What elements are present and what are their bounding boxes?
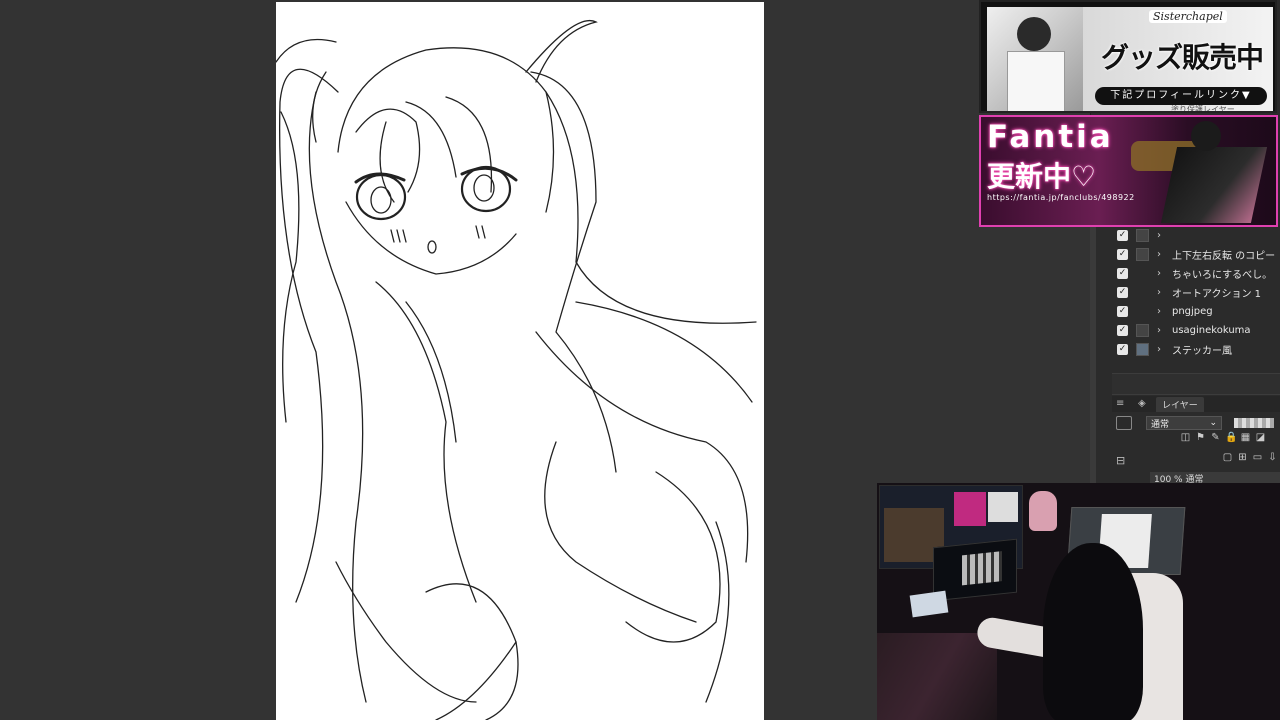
fantia-ad-subtitle: 更新中♡ bbox=[987, 160, 1097, 193]
check-icon[interactable]: ✓ bbox=[1117, 344, 1128, 355]
action-set-row[interactable]: ✓ › 上下左右反転 のコピー bbox=[1112, 245, 1280, 264]
panel-divider bbox=[1112, 373, 1280, 395]
ad-person-head bbox=[1017, 17, 1051, 51]
fantia-ad-title: Fantia bbox=[987, 119, 1114, 155]
action-set-row[interactable]: ✓ › ステッカー風 bbox=[1112, 340, 1280, 359]
goods-ad-photo bbox=[987, 7, 1083, 111]
action-set-row[interactable]: ✓ › オートアクション 1 bbox=[1112, 283, 1280, 302]
webcam-monitor-image bbox=[954, 492, 986, 526]
panel-scrollbar[interactable] bbox=[1090, 225, 1096, 485]
transfer-icon[interactable]: ⇩ bbox=[1267, 452, 1278, 463]
chevron-down-icon: ⌄ bbox=[1209, 418, 1217, 428]
check-icon[interactable]: ✓ bbox=[1117, 287, 1128, 298]
webcam-person-hair bbox=[1043, 543, 1143, 720]
layer-palette-header: ≡ ◈ レイヤー bbox=[1112, 396, 1280, 412]
blend-mode-value: 通常 bbox=[1151, 419, 1170, 430]
check-icon[interactable]: ✓ bbox=[1117, 230, 1128, 241]
chevron-right-icon[interactable]: › bbox=[1157, 287, 1167, 298]
layer-color-icon[interactable] bbox=[1116, 416, 1132, 430]
chevron-right-icon[interactable]: › bbox=[1157, 249, 1167, 260]
lock-icon[interactable]: 🔒 bbox=[1225, 432, 1237, 443]
action-thumbnail bbox=[1136, 229, 1149, 242]
action-set-label: オートアクション 1 bbox=[1172, 289, 1262, 300]
webcam-device bbox=[909, 590, 949, 618]
fantia-ad-person-body bbox=[1160, 147, 1268, 223]
sketch-drawing bbox=[276, 20, 757, 720]
webcam-monitor-image bbox=[988, 492, 1018, 522]
chevron-right-icon[interactable]: › bbox=[1157, 230, 1167, 241]
blend-mode-select[interactable]: 通常 ⌄ bbox=[1146, 416, 1222, 430]
draft-icon[interactable]: ✎ bbox=[1210, 432, 1221, 443]
chevron-right-icon[interactable]: › bbox=[1157, 325, 1167, 336]
webcam-screen-content bbox=[962, 551, 1002, 586]
vector-layer-icon[interactable]: ⊞ bbox=[1237, 452, 1248, 463]
new-layer-icon[interactable]: ▢ bbox=[1222, 452, 1233, 463]
action-thumbnail bbox=[1136, 343, 1149, 356]
fantia-ad-banner: Fantia 更新中♡ https://fantia.jp/fanclubs/4… bbox=[979, 115, 1278, 227]
check-icon[interactable]: ✓ bbox=[1117, 268, 1128, 279]
auto-action-list: ✓ › ✓ › 上下左右反転 のコピー ✓ › ちゃいろにするべし。 ✓ › オ… bbox=[1112, 226, 1280, 359]
layers-icon: ◈ bbox=[1138, 398, 1146, 409]
layer-tools-row-2: ▢ ⊞ ▭ ⇩ bbox=[1222, 452, 1278, 463]
chevron-right-icon[interactable]: › bbox=[1157, 344, 1167, 355]
layer-view-icon[interactable]: ⊟ bbox=[1116, 454, 1128, 467]
action-set-row[interactable]: ✓ › bbox=[1112, 226, 1280, 245]
fantia-ad-person-head bbox=[1191, 121, 1221, 151]
goods-ad-brand: Sisterchapel bbox=[1149, 10, 1227, 23]
blend-mode-row: 通常 ⌄ bbox=[1112, 412, 1280, 434]
goods-ad-subtitle: 下記プロフィールリンク▼ bbox=[1095, 87, 1267, 105]
action-thumbnail bbox=[1136, 324, 1149, 337]
action-set-row[interactable]: ✓ › usaginekokuma bbox=[1112, 321, 1280, 340]
fantia-ad-url: https://fantia.jp/fanclubs/498922 bbox=[987, 193, 1135, 202]
layer-tools-row: ◫ ⚑ ✎ 🔒 ▦ ◪ bbox=[1180, 432, 1266, 443]
webcam-desk-items bbox=[877, 633, 997, 720]
clip-icon[interactable]: ◫ bbox=[1180, 432, 1191, 443]
action-set-label: pngjpeg bbox=[1172, 306, 1213, 317]
action-set-label: ちゃいろにするべし。 bbox=[1172, 270, 1273, 281]
lock-alpha-icon[interactable]: ▦ bbox=[1240, 432, 1251, 443]
check-icon[interactable]: ✓ bbox=[1117, 249, 1128, 260]
action-set-label: ステッカー風 bbox=[1172, 346, 1232, 357]
goods-ad-under-text: 塗り保護レイヤー bbox=[1171, 105, 1235, 113]
goods-ad-banner: Sisterchapel グッズ販売中 下記プロフィールリンク▼ 塗り保護レイヤ… bbox=[979, 0, 1277, 113]
reference-icon[interactable]: ⚑ bbox=[1195, 432, 1206, 443]
action-set-row[interactable]: ✓ › ちゃいろにするべし。 bbox=[1112, 264, 1280, 283]
chevron-right-icon[interactable]: › bbox=[1157, 268, 1167, 279]
goods-ad-title: グッズ販売中 bbox=[1101, 41, 1264, 74]
mask-icon[interactable]: ◪ bbox=[1255, 432, 1266, 443]
webcam-plush-toy bbox=[1029, 491, 1057, 531]
tab-layers[interactable]: レイヤー bbox=[1156, 396, 1204, 412]
chevron-right-icon[interactable]: › bbox=[1157, 306, 1167, 317]
drawing-canvas[interactable] bbox=[276, 2, 764, 720]
ad-person-dress bbox=[1007, 51, 1065, 111]
action-set-label: usaginekokuma bbox=[1172, 325, 1251, 336]
check-icon[interactable]: ✓ bbox=[1117, 325, 1128, 336]
webcam-overlay bbox=[877, 483, 1280, 720]
action-set-label: 上下左右反転 のコピー bbox=[1172, 251, 1276, 262]
folder-icon[interactable]: ▭ bbox=[1252, 452, 1263, 463]
opacity-slider[interactable] bbox=[1234, 418, 1274, 428]
check-icon[interactable]: ✓ bbox=[1117, 306, 1128, 317]
action-thumbnail bbox=[1136, 248, 1149, 261]
menu-icon[interactable]: ≡ bbox=[1116, 398, 1130, 410]
action-set-row[interactable]: ✓ › pngjpeg bbox=[1112, 302, 1280, 321]
